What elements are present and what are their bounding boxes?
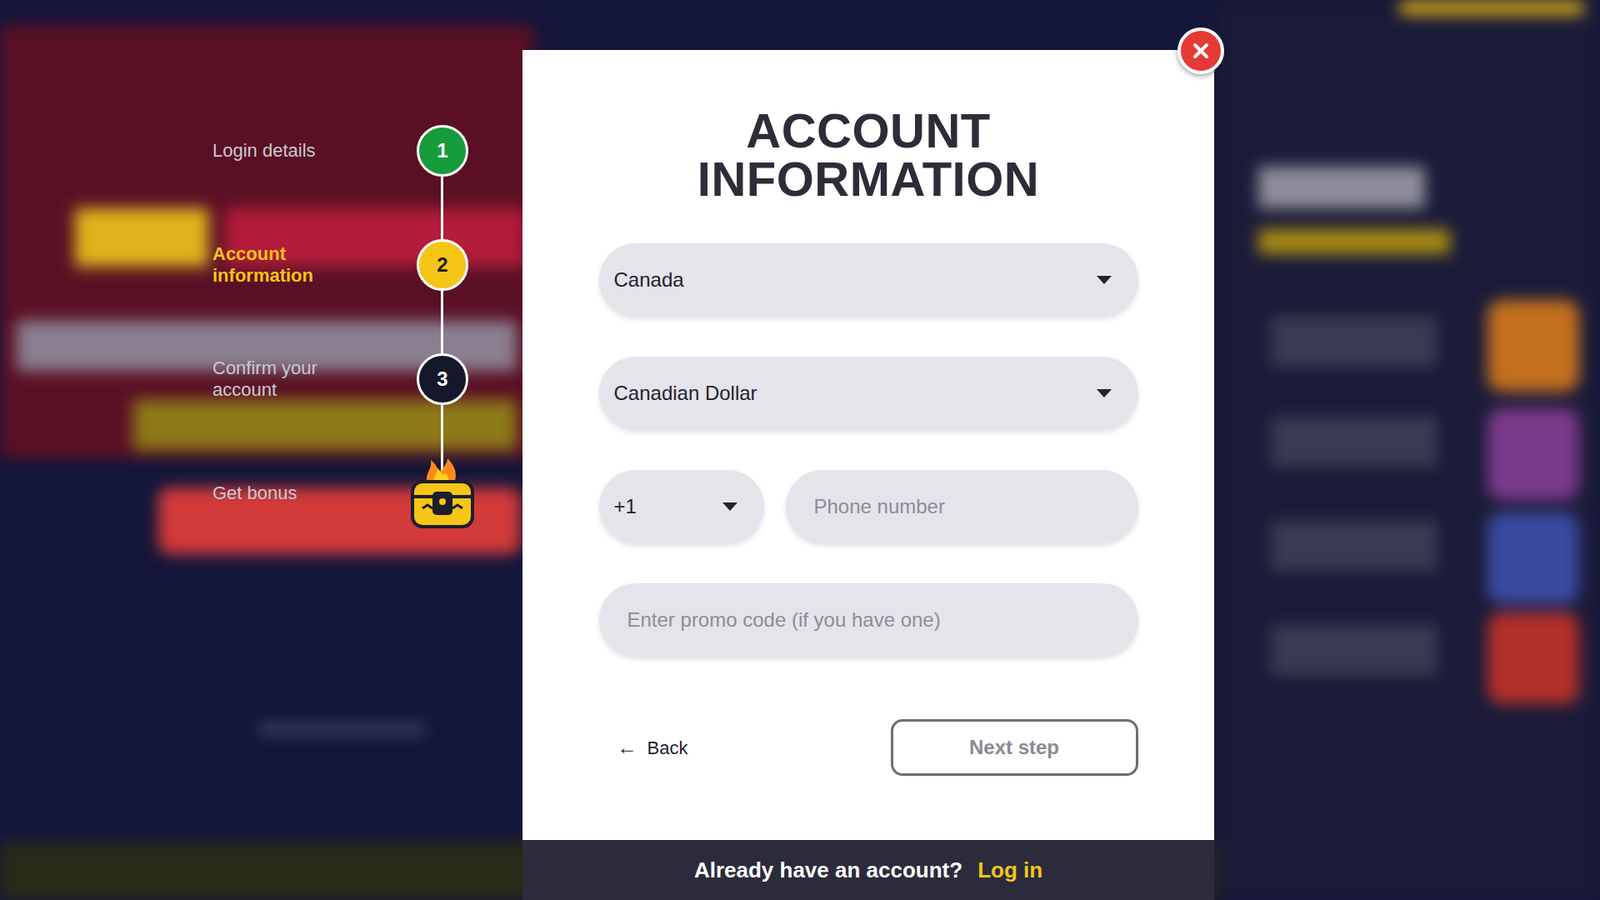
back-button[interactable]: ← Back — [599, 732, 689, 763]
step-circle: 2 — [416, 239, 469, 291]
back-label: Back — [647, 734, 689, 762]
bonus-chest — [409, 458, 476, 529]
signup-dialog: ACCOUNT INFORMATION Canada Canadian Dollar… — [522, 50, 1215, 900]
close-button[interactable] — [1177, 27, 1225, 75]
dropdown-arrow-icon — [1096, 389, 1112, 398]
step-label: Get bonus — [212, 482, 409, 504]
stepper-step: Login details 1 — [212, 93, 488, 208]
dialog-title: ACCOUNT INFORMATION — [635, 106, 1102, 204]
step-label-text: Get bonus — [212, 482, 355, 504]
step-marker: 2 — [408, 239, 477, 291]
phone-code-select-value: +1 — [614, 491, 637, 522]
next-step-label: Next step — [969, 735, 1060, 759]
stepper-step: Get bonus — [212, 435, 488, 550]
country-select-value: Canada — [614, 265, 685, 295]
close-icon — [1190, 40, 1211, 61]
currency-select-value: Canadian Dollar — [614, 378, 758, 409]
country-select[interactable]: Canada — [599, 243, 1139, 317]
step-number: 2 — [436, 250, 448, 280]
step-circle: 3 — [416, 353, 469, 405]
stepper-line — [440, 150, 444, 493]
dropdown-arrow-icon — [722, 502, 738, 511]
account-question: Already have an account? — [694, 854, 963, 887]
currency-select[interactable]: Canadian Dollar — [599, 356, 1139, 430]
signup-stepper: Login details 1 Account information 2 Confir… — [212, 93, 488, 550]
step-label: Account information — [212, 243, 409, 286]
login-footer: Already have an account? Log in — [522, 840, 1215, 900]
phone-code-select[interactable]: +1 — [599, 470, 765, 544]
step-label-text: Confirm your account — [212, 357, 355, 400]
step-label-text: Login details — [212, 140, 355, 161]
promo-code-input[interactable] — [599, 583, 1139, 657]
step-marker: 3 — [408, 353, 477, 405]
dropdown-arrow-icon — [1096, 275, 1112, 285]
back-arrow-icon: ← — [617, 732, 638, 763]
step-label: Confirm your account — [212, 357, 409, 400]
step-marker: 1 — [408, 125, 477, 177]
phone-input[interactable] — [785, 470, 1139, 544]
dialog-actions: ← Back Next step — [599, 719, 1139, 776]
step-number: 3 — [436, 364, 448, 395]
stepper-step: Confirm your account 3 — [212, 321, 488, 436]
next-step-button[interactable]: Next step — [890, 719, 1139, 776]
login-link[interactable]: Log in — [977, 854, 1043, 887]
treasure-chest-icon — [409, 458, 476, 529]
step-marker — [408, 458, 477, 529]
phone-row: +1 — [599, 470, 1139, 544]
step-label-text: Account information — [212, 243, 355, 286]
step-circle: 1 — [416, 125, 469, 177]
step-number: 1 — [436, 135, 448, 166]
step-label: Login details — [212, 140, 409, 161]
stepper-step: Account information 2 — [212, 207, 488, 322]
